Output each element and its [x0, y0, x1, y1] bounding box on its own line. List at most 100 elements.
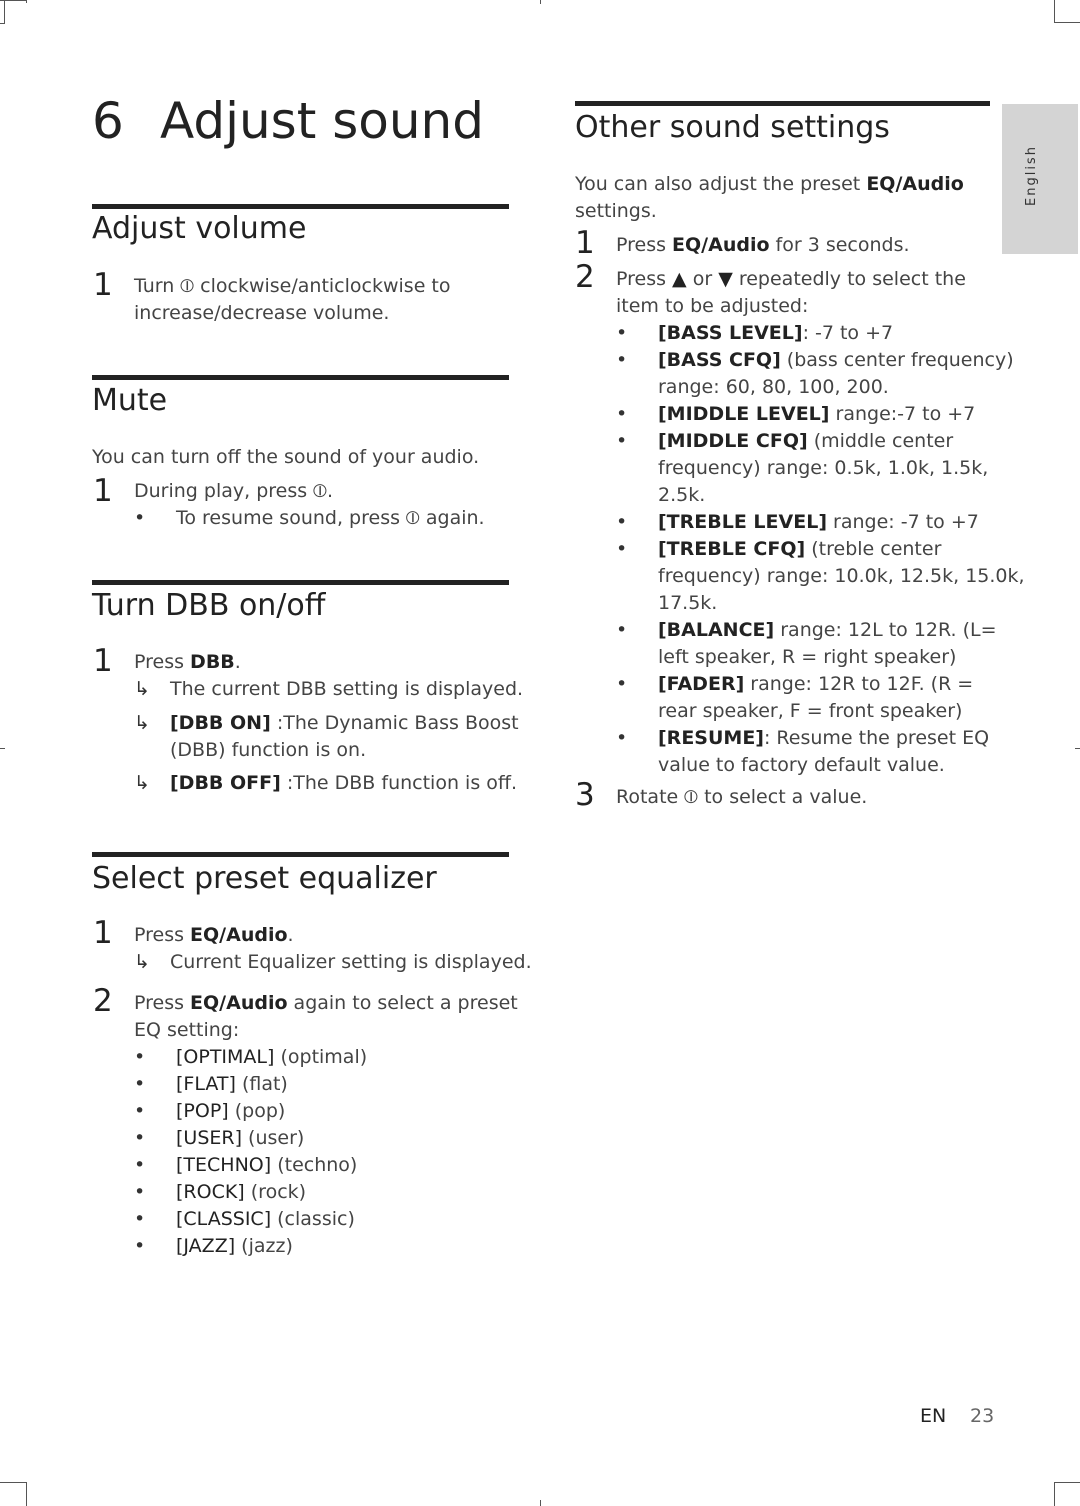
setting-desc-line2: frequency) range: 10.0k, 12.5k, 15.0k, [658, 565, 1025, 587]
bullet-icon: • [134, 1235, 146, 1257]
bullet-icon: • [134, 507, 146, 529]
bullet-icon: • [134, 1208, 146, 1230]
step-text: Turn ⦶ clockwise/anticlockwise to increa… [134, 273, 514, 327]
setting-desc: : -7 to +7 [802, 322, 894, 344]
option-key: [DBB OFF] [170, 772, 281, 794]
bullet-icon: • [134, 1127, 146, 1149]
step-text-line2: EQ setting: [134, 1019, 240, 1041]
crop-mark [1054, 1482, 1055, 1506]
eq-option-item: • [OPTIMAL] (optimal) [134, 1044, 514, 1071]
eq-option-key: [CLASSIC] [176, 1208, 272, 1230]
result-desc: :The Dynamic Bass Boost [270, 712, 519, 734]
setting-desc: range: 12L to 12R. (L= [774, 619, 997, 641]
eq-option-desc: (user) [242, 1127, 305, 1149]
eq-option-text: [ROCK] (rock) [176, 1179, 306, 1206]
setting-key: [BASS CFQ] [658, 349, 781, 371]
eq-option-key: [JAZZ] [176, 1235, 236, 1257]
setting-desc: range: 12R to 12F. (R = [744, 673, 974, 695]
eq-option-item: • [POP] (pop) [134, 1098, 514, 1125]
eq-option-text: [USER] (user) [176, 1125, 304, 1152]
setting-desc: range:-7 to +7 [829, 403, 976, 425]
section-rule [92, 204, 509, 209]
step-text-line: increase/decrease volume. [134, 302, 390, 324]
result-text: The current DBB setting is displayed. [170, 678, 524, 700]
section-rule [92, 375, 509, 380]
button-key-eq-audio: EQ/Audio [190, 924, 288, 946]
footer-language: EN [920, 1405, 947, 1427]
step-text: Rotate ⦶ to select a value. [616, 786, 868, 808]
setting-desc: range: -7 to +7 [827, 511, 979, 533]
bullet-icon: • [134, 1046, 146, 1068]
step-text-suffix: again to select a preset [287, 992, 518, 1014]
crop-mark [540, 0, 541, 4]
eq-option-key: [FLAT] [176, 1073, 236, 1095]
language-tab-label: English [1024, 145, 1039, 206]
setting-item-text: [FADER] range: 12R to 12F. (R = rear spea… [658, 671, 973, 725]
bullet-text: To resume sound, press ⦶ again. [176, 507, 485, 529]
crop-mark [26, 0, 27, 3]
step-number: 1 [93, 915, 113, 951]
setting-item-text: [MIDDLE LEVEL] range:-7 to +7 [658, 401, 975, 428]
section-intro: You can also adjust the preset EQ/Audio … [575, 171, 964, 225]
down-arrow-icon: ▼ [718, 268, 733, 290]
bullet-icon: • [134, 1154, 146, 1176]
eq-option-key: [TECHNO] [176, 1154, 272, 1176]
setting-key: [MIDDLE CFQ] [658, 430, 808, 452]
step-text-prefix: Press [134, 992, 191, 1014]
bullet-icon: • [616, 673, 628, 695]
crop-mark [0, 23, 5, 24]
crop-mark [1075, 748, 1080, 749]
intro-text: You can also adjust the preset [575, 173, 867, 195]
eq-option-desc: (rock) [244, 1181, 307, 1203]
setting-desc-line2: frequency) range: 0.5k, 1.0k, 1.5k, [658, 457, 989, 479]
setting-item-text: [BALANCE] range: 12L to 12R. (L= left spe… [658, 617, 997, 671]
setting-desc-line2: range: 60, 80, 100, 200. [658, 376, 889, 398]
result-desc: :The DBB function is off. [280, 772, 518, 794]
step-text-mid: or [686, 268, 719, 290]
section-heading-mute: Mute [92, 383, 168, 418]
chapter-title: 6 Adjust sound [92, 92, 484, 150]
result-arrow-icon: ↳ [134, 951, 150, 973]
step-text-prefix: Press [134, 651, 191, 673]
step-text-prefix: Press [616, 268, 673, 290]
bullet-icon: • [134, 1181, 146, 1203]
button-key-dbb: DBB [190, 651, 235, 673]
bullet-icon: • [616, 403, 628, 425]
eq-option-key: [POP] [176, 1100, 229, 1122]
section-heading-other: Other sound settings [575, 110, 890, 145]
setting-key: [BALANCE] [658, 619, 775, 641]
step-text-prefix: Press [134, 924, 191, 946]
setting-desc-line2: left speaker, R = right speaker) [658, 646, 957, 668]
step-number: 2 [93, 983, 113, 1019]
setting-item-text: [MIDDLE CFQ] (middle center frequency) ra… [658, 428, 988, 509]
step-text-suffix: . [287, 924, 294, 946]
step-text-prefix: Press [616, 234, 673, 256]
setting-item-text: [BASS CFQ] (bass center frequency) range:… [658, 347, 1014, 401]
crop-mark [4, 0, 5, 24]
eq-option-key: [OPTIMAL] [176, 1046, 275, 1068]
section-intro: You can turn off the sound of your audio… [92, 446, 480, 468]
step-text-suffix: . [234, 651, 241, 673]
button-key-eq-audio: EQ/Audio [672, 234, 770, 256]
setting-item-text: [BASS LEVEL]: -7 to +7 [658, 320, 893, 347]
crop-mark [1054, 22, 1080, 23]
bullet-icon: • [616, 727, 628, 749]
setting-desc-line2: value to factory default value. [658, 754, 945, 776]
eq-option-desc: (flat) [235, 1073, 288, 1095]
eq-option-desc: (jazz) [235, 1235, 293, 1257]
section-rule [92, 852, 509, 857]
eq-option-text: [JAZZ] (jazz) [176, 1233, 293, 1260]
language-tab [1002, 104, 1078, 254]
crop-mark [26, 1482, 27, 1506]
step-text-suffix: repeatedly to select the [732, 268, 966, 290]
eq-option-desc: (techno) [271, 1154, 358, 1176]
eq-option-item: • [USER] (user) [134, 1125, 514, 1152]
step-text-line: Turn ⦶ clockwise/anticlockwise to [134, 275, 451, 297]
bullet-icon: • [134, 1073, 146, 1095]
setting-key: [BASS LEVEL] [658, 322, 803, 344]
section-rule [575, 101, 990, 106]
setting-desc: (middle center [807, 430, 954, 452]
step-text: Press EQ/Audio for 3 seconds. [616, 232, 910, 259]
bullet-icon: • [616, 322, 628, 344]
step-number: 1 [575, 225, 595, 261]
